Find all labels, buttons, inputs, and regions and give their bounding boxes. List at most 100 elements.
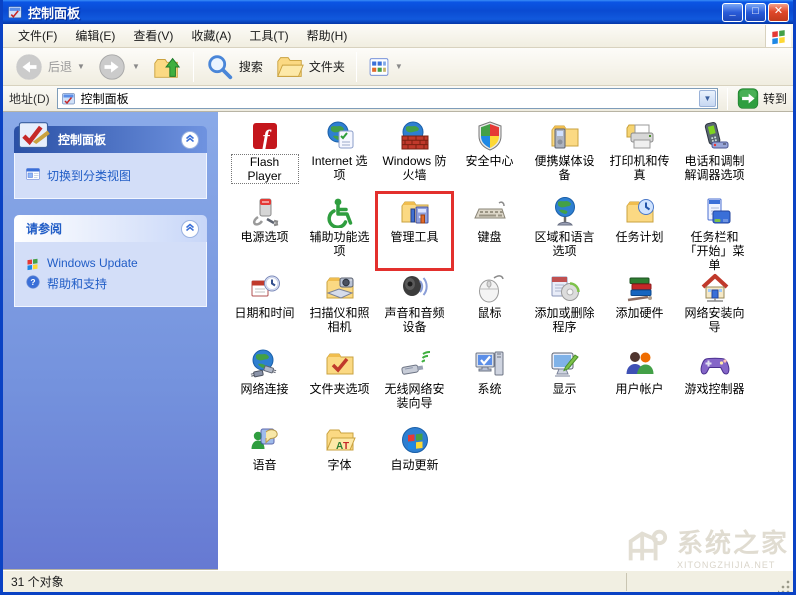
menu-item-2[interactable]: 查看(V) [124,26,182,46]
address-bar: 地址(D) 控制面板 ▼ 转到 [3,86,793,112]
sidebar-link-category-view[interactable]: 切换到分类视图 [25,167,200,184]
search-icon [205,52,235,82]
menu-item-5[interactable]: 帮助(H) [298,26,357,46]
views-button[interactable]: ▼ [363,54,408,80]
cp-item-auto-updates[interactable]: 自动更新 [377,421,452,497]
go-button[interactable]: 转到 [737,88,789,109]
cp-item-label: 声音和音频设备 [381,306,449,334]
cp-item-wireless-wizard[interactable]: 无线网络安装向导 [377,345,452,421]
cp-item-security-center[interactable]: 安全中心 [452,117,527,193]
cp-item-network-wizard[interactable]: 网络安装向导 [677,269,752,345]
panel-control-panel-body: 切换到分类视图 [14,153,207,199]
cp-item-label: 电话和调制解调器选项 [681,154,749,182]
cp-item-speech[interactable]: 语音 [227,421,302,497]
cp-item-keyboard[interactable]: 键盘 [452,193,527,269]
cp-item-label: 网络连接 [240,382,288,396]
cp-item-portable-media[interactable]: 便携媒体设备 [527,117,602,193]
help-icon: ? [25,274,41,290]
phone-modem-icon [699,120,731,152]
views-dropdown-icon[interactable]: ▼ [395,62,403,71]
cp-item-printers-faxes[interactable]: 打印机和传真 [602,117,677,193]
toolbar-separator [193,52,194,82]
close-button[interactable]: ✕ [768,3,789,22]
resize-grip[interactable] [778,579,791,592]
network-wizard-icon [699,272,731,304]
cp-item-fonts[interactable]: AT字体 [302,421,377,497]
cp-item-add-remove-programs[interactable]: 添加或删除程序 [527,269,602,345]
cp-item-label: 用户帐户 [615,382,663,396]
watermark: 系统之家 XITONGZHIJIA.NET [617,523,789,570]
minimize-button[interactable]: _ [722,3,743,22]
panel-see-also-header[interactable]: 请参阅 [14,215,207,242]
panel-see-also-body: Windows Update? 帮助和支持 [14,242,207,307]
up-button[interactable] [147,50,187,84]
cp-item-label: 鼠标 [477,306,501,320]
cp-item-mouse[interactable]: 鼠标 [452,269,527,345]
forward-dropdown-icon[interactable]: ▼ [132,62,140,71]
scheduled-tasks-icon [624,196,656,228]
address-dropdown-icon[interactable]: ▼ [699,90,716,107]
admin-tools-icon [399,196,431,228]
cp-item-label: 添加或删除程序 [531,306,599,334]
cp-item-internet-options[interactable]: Internet 选项 [302,117,377,193]
internet-options-icon [324,120,356,152]
cp-item-admin-tools[interactable]: 管理工具 [377,193,452,269]
menu-item-3[interactable]: 收藏(A) [182,26,240,46]
taskbar-startmenu-icon [699,196,731,228]
system-icon [474,348,506,380]
svg-text:?: ? [30,277,35,287]
sidebar-link-label: 帮助和支持 [47,275,107,292]
folders-label: 文件夹 [309,58,345,75]
folders-button[interactable]: 文件夹 [270,50,350,84]
cp-item-taskbar-startmenu[interactable]: 任务栏和「开始」菜单 [677,193,752,269]
display-icon [549,348,581,380]
speech-icon [249,424,281,456]
cp-item-label: 字体 [327,458,351,472]
cp-item-label: 便携媒体设备 [531,154,599,182]
cp-item-system[interactable]: 系统 [452,345,527,421]
watermark-subtext: XITONGZHIJIA.NET [677,560,789,570]
cp-item-sounds-audio[interactable]: 声音和音频设备 [377,269,452,345]
cp-item-label: 扫描仪和照相机 [306,306,374,334]
cp-item-scanners-cameras[interactable]: 扫描仪和照相机 [302,269,377,345]
cp-item-flash-player[interactable]: fFlash Player [227,117,302,193]
cp-item-regional-language[interactable]: 区域和语言选项 [527,193,602,269]
cp-item-label: 安全中心 [465,154,513,168]
power-options-icon [249,196,281,228]
cp-item-label: 系统 [477,382,501,396]
address-input[interactable]: 控制面板 ▼ [57,88,718,109]
cp-item-accessibility[interactable]: 辅助功能选项 [302,193,377,269]
cp-item-folder-options[interactable]: 文件夹选项 [302,345,377,421]
maximize-button[interactable]: □ [745,3,766,22]
portable-media-icon [549,120,581,152]
cp-item-network-connections[interactable]: 网络连接 [227,345,302,421]
forward-button[interactable]: ▼ [92,50,145,84]
chevron-up-icon[interactable] [181,131,199,149]
cp-item-phone-modem[interactable]: 电话和调制解调器选项 [677,117,752,193]
sidebar-link-help[interactable]: ? 帮助和支持 [25,275,200,292]
title-bar[interactable]: 控制面板 _ □ ✕ [3,0,793,24]
cp-item-windows-firewall[interactable]: Windows 防火墙 [377,117,452,193]
menu-item-4[interactable]: 工具(T) [240,26,297,46]
search-button[interactable]: 搜索 [200,50,268,84]
menu-item-0[interactable]: 文件(F) [9,26,66,46]
cp-item-game-controllers[interactable]: 游戏控制器 [677,345,752,421]
menu-item-1[interactable]: 编辑(E) [66,26,124,46]
mouse-icon [474,272,506,304]
cp-item-display[interactable]: 显示 [527,345,602,421]
sidebar-link-windows-update[interactable]: Windows Update [25,256,200,271]
back-button[interactable]: 后退 ▼ [9,50,90,84]
folders-icon [275,52,305,82]
panel-control-panel-header[interactable]: 控制面板 [14,126,207,153]
cp-item-power-options[interactable]: 电源选项 [227,193,302,269]
cp-item-date-time[interactable]: 日期和时间 [227,269,302,345]
cp-item-label: 键盘 [477,230,501,244]
chevron-up-icon[interactable] [181,220,199,238]
cp-item-scheduled-tasks[interactable]: 任务计划 [602,193,677,269]
menu-bar: 文件(F)编辑(E)查看(V)收藏(A)工具(T)帮助(H) [3,24,793,48]
back-dropdown-icon[interactable]: ▼ [77,62,85,71]
cp-item-add-hardware[interactable]: 添加硬件 [602,269,677,345]
control-panel-icon [16,117,52,153]
cp-item-label: 打印机和传真 [606,154,674,182]
cp-item-user-accounts[interactable]: 用户帐户 [602,345,677,421]
